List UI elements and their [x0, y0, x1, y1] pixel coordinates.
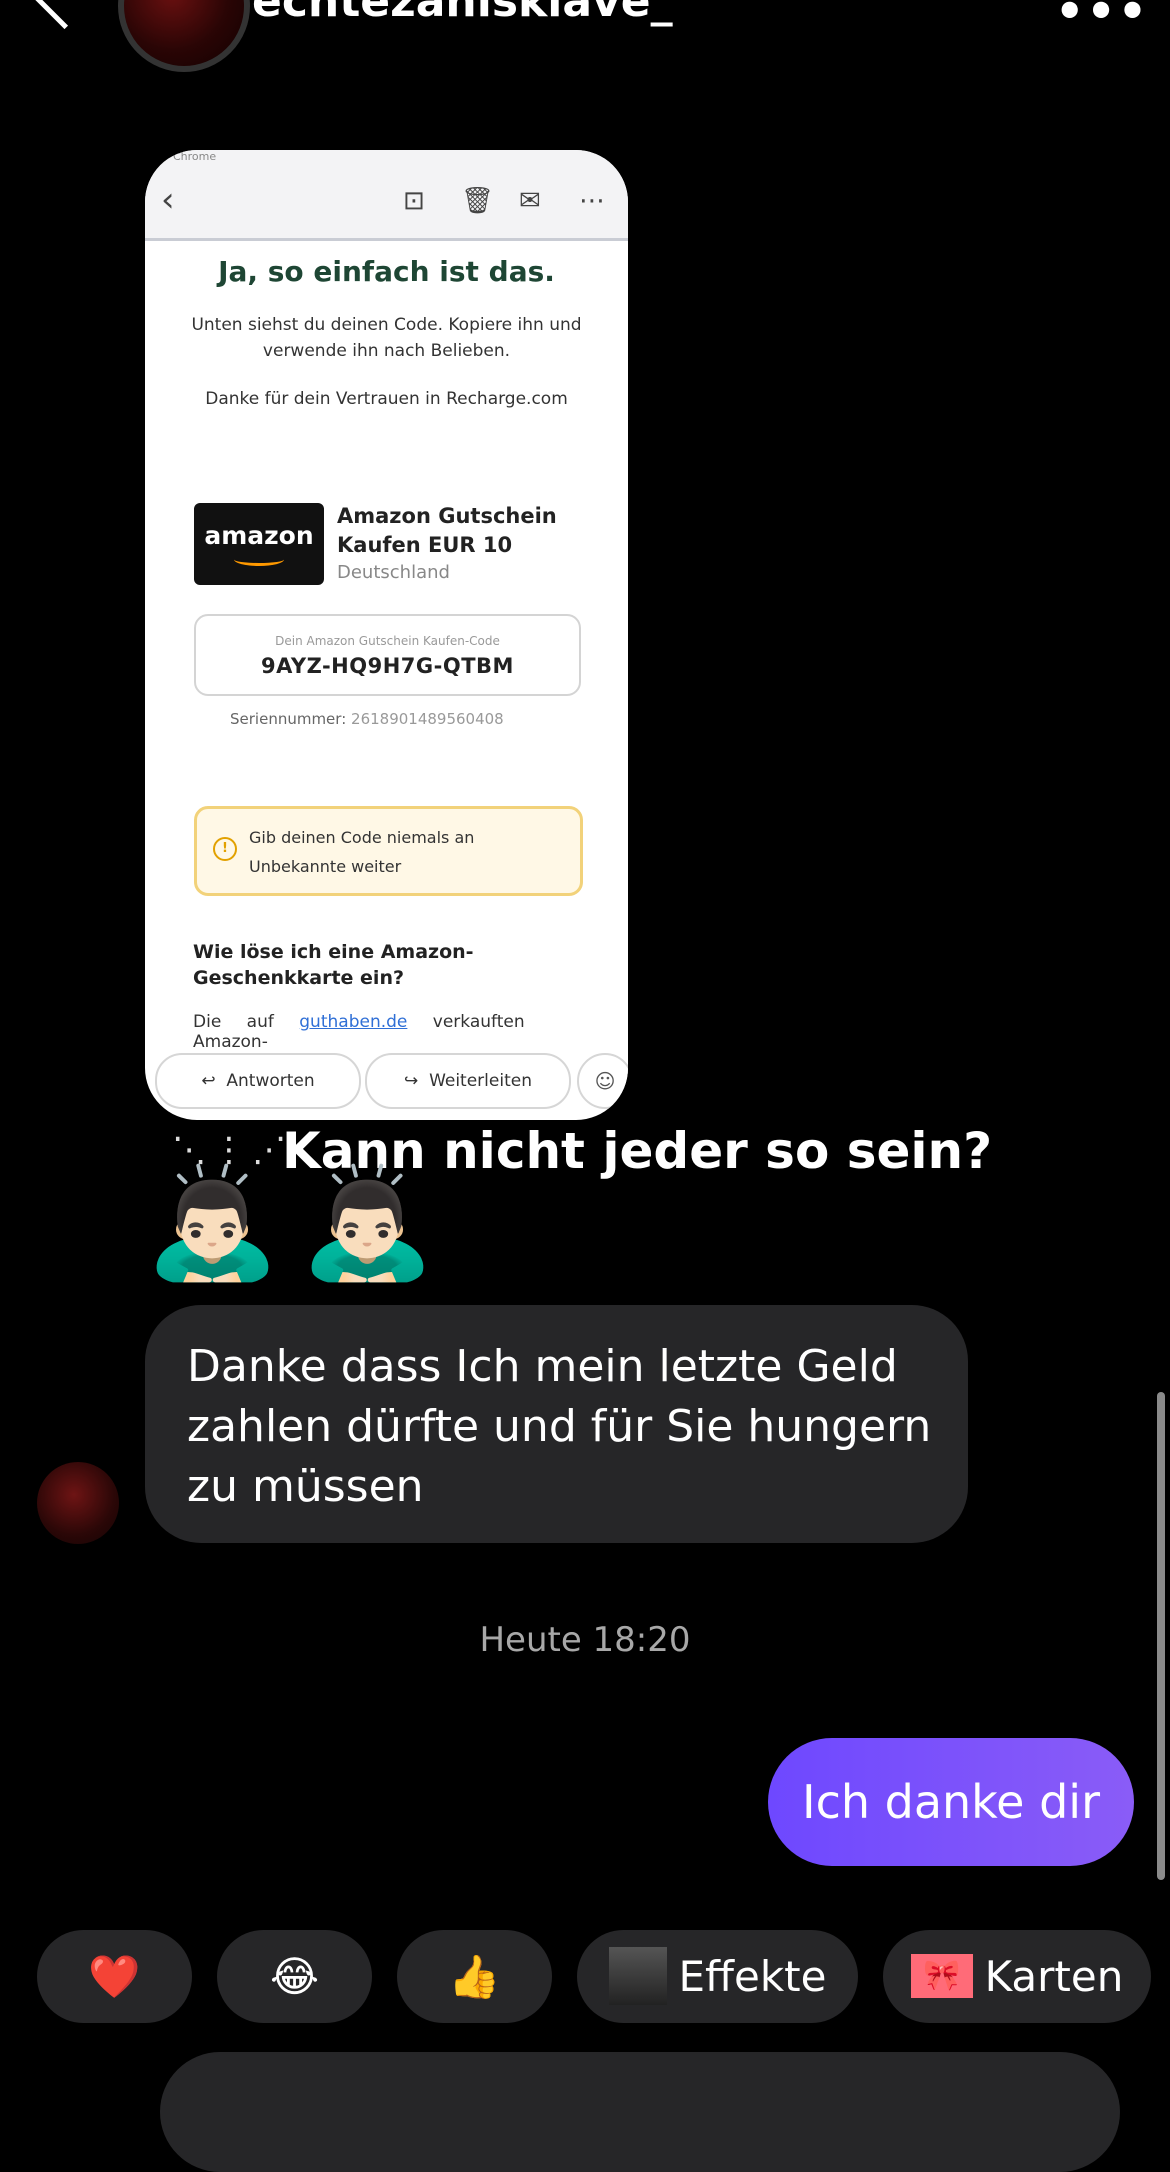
- timestamp: Heute 18:20: [479, 1620, 691, 1660]
- laughing-face-icon: 😂: [269, 1952, 320, 2001]
- thumbs-up-icon: 👍: [448, 1952, 501, 2001]
- thumbs-up-reaction-button[interactable]: 👍: [397, 1930, 552, 2023]
- code-label: Dein Amazon Gutschein Kaufen-Code: [275, 634, 500, 648]
- heart-reaction-button[interactable]: ❤️: [37, 1930, 192, 2023]
- message-composer[interactable]: [160, 2052, 1120, 2172]
- app-label: Chrome: [173, 150, 217, 163]
- cards-label: Karten: [984, 1952, 1124, 2001]
- faq-text: Die auf guthaben.de verkauften Amazon-: [193, 1012, 525, 1052]
- reply-icon: ↩: [201, 1071, 216, 1091]
- serial-value: 2618901489560408: [351, 710, 504, 728]
- more-options-icon[interactable]: •••: [1055, 0, 1149, 38]
- serial-label: Seriennummer:: [230, 710, 347, 728]
- bowing-emoji[interactable]: 🙇🏻‍♂️: [300, 1170, 434, 1278]
- cards-button[interactable]: 🎀 Karten: [883, 1930, 1151, 2023]
- back-icon[interactable]: [29, 0, 100, 30]
- product-name: Amazon Gutschein Kaufen EUR 10: [337, 504, 557, 557]
- outgoing-message-bubble[interactable]: Ich danke dir: [768, 1738, 1134, 1866]
- serial-number: Seriennummer: 2618901489560408: [230, 710, 504, 728]
- sender-avatar[interactable]: [37, 1462, 119, 1544]
- email-title: Ja, so einfach ist das.: [218, 255, 555, 288]
- effects-button[interactable]: Effekte: [577, 1930, 858, 2023]
- incoming-message-bubble[interactable]: Danke dass Ich mein letzte Geld zahlen d…: [145, 1305, 968, 1543]
- faq-link: guthaben.de: [299, 1012, 408, 1032]
- emoji-icon: ☺: [577, 1053, 628, 1109]
- header-username[interactable]: echtezahlsklave_: [252, 0, 673, 27]
- effects-thumbnail-icon: [608, 1946, 667, 2005]
- archive-icon: ⊡: [403, 186, 425, 216]
- heart-icon: ❤️: [88, 1952, 141, 2001]
- email-toolbar: Chrome ‹ ⊡ 🗑 ✉ ⋯: [145, 150, 628, 241]
- code-box: Dein Amazon Gutschein Kaufen-Code 9AYZ-H…: [194, 614, 581, 696]
- incoming-message-text: Danke dass Ich mein letzte Geld zahlen d…: [187, 1341, 932, 1512]
- mark-mail-icon: ✉: [519, 186, 541, 216]
- product-country: Deutschland: [337, 562, 450, 583]
- forward-icon: ↪: [404, 1071, 419, 1091]
- warning-box: ! Gib deinen Code niemals an Unbekannte …: [194, 806, 583, 896]
- outgoing-message-text: Ich danke dir: [802, 1775, 1100, 1829]
- shared-screenshot-image[interactable]: Chrome ‹ ⊡ 🗑 ✉ ⋯ Ja, so einfach ist das.…: [145, 150, 628, 1120]
- forward-button: ↪ Weiterleiten: [365, 1053, 571, 1109]
- reply-button: ↩ Antworten: [155, 1053, 361, 1109]
- amazon-logo-icon: amazon: [194, 503, 324, 585]
- bowing-emoji[interactable]: 🙇🏻‍♂️: [145, 1170, 279, 1278]
- back-icon: ‹: [161, 180, 175, 220]
- gift-card-icon: 🎀: [910, 1953, 973, 1998]
- email-subtitle: Unten siehst du deinen Code. Kopiere ihn…: [191, 315, 582, 361]
- header-avatar[interactable]: [118, 0, 250, 72]
- more-icon: ⋯: [579, 186, 605, 216]
- laugh-reaction-button[interactable]: 😂: [217, 1930, 372, 2023]
- scrollbar[interactable]: [1157, 1392, 1165, 1880]
- warning-icon: !: [213, 837, 237, 861]
- code-value: 9AYZ-HQ9H7G-QTBM: [261, 654, 514, 678]
- effects-label: Effekte: [678, 1952, 827, 2001]
- trash-icon: 🗑: [461, 186, 495, 216]
- faq-title: Wie löse ich eine Amazon-Geschenkkarte e…: [193, 941, 474, 989]
- warning-text: Gib deinen Code niemals an Unbekannte we…: [249, 828, 475, 876]
- email-thanks: Danke für dein Vertrauen in Recharge.com: [205, 389, 568, 409]
